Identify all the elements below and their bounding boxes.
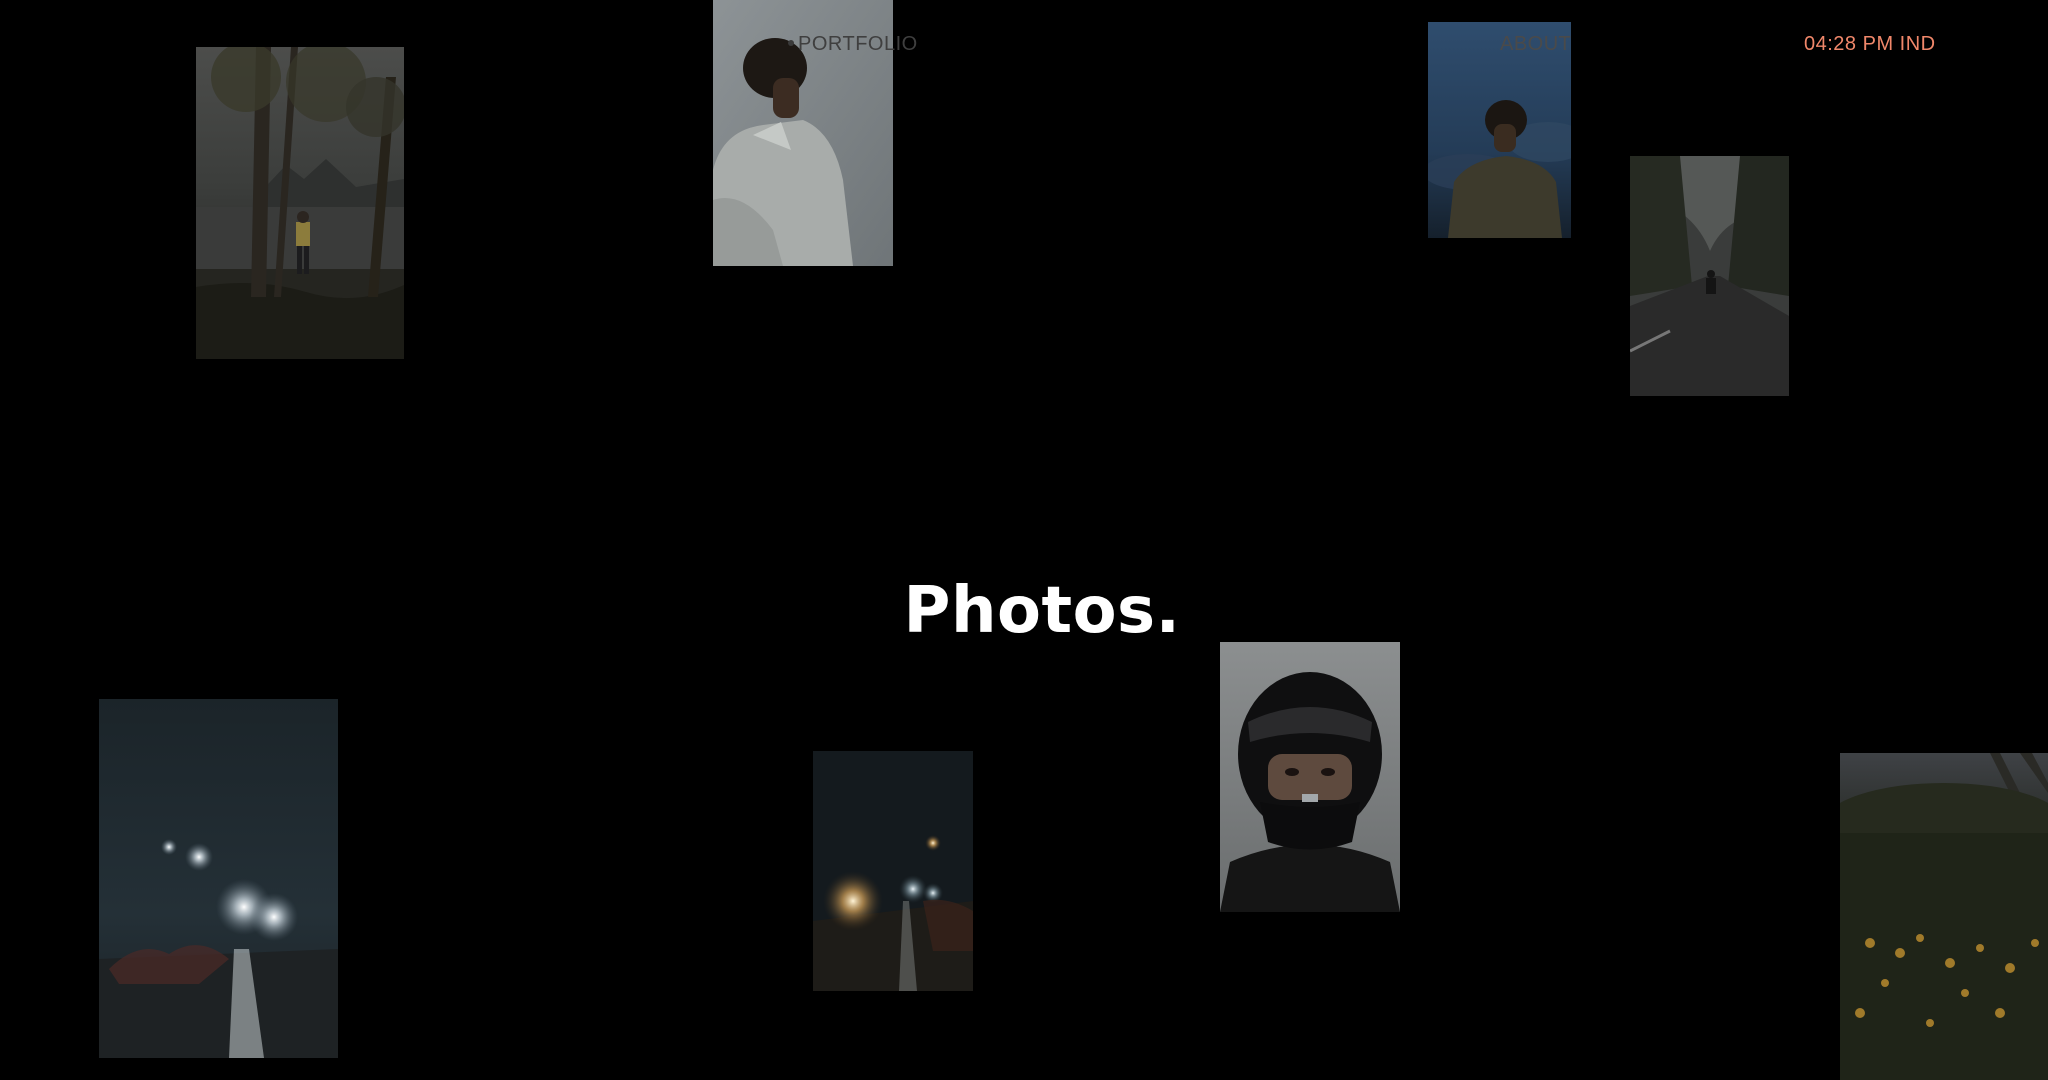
person-by-lake-photo[interactable] bbox=[196, 47, 404, 359]
top-nav: PORTFOLIO ABOUT 04:28 PM IND bbox=[0, 30, 2048, 58]
flowers-field-photo[interactable] bbox=[1840, 753, 2048, 1080]
active-dot-icon bbox=[788, 39, 794, 46]
helmet-portrait-photo[interactable] bbox=[1220, 642, 1400, 912]
page-title: Photos. bbox=[903, 573, 1181, 648]
local-time: 04:28 PM IND bbox=[1804, 33, 1936, 55]
nav-portfolio-label: PORTFOLIO bbox=[798, 33, 918, 55]
nav-portfolio-link[interactable]: PORTFOLIO bbox=[788, 30, 918, 58]
motorbike-road-photo[interactable] bbox=[1630, 156, 1789, 396]
night-lamps-photo[interactable] bbox=[813, 751, 973, 991]
nav-about-link[interactable]: ABOUT bbox=[1500, 30, 1571, 58]
foggy-headlights-photo[interactable] bbox=[99, 699, 338, 1058]
